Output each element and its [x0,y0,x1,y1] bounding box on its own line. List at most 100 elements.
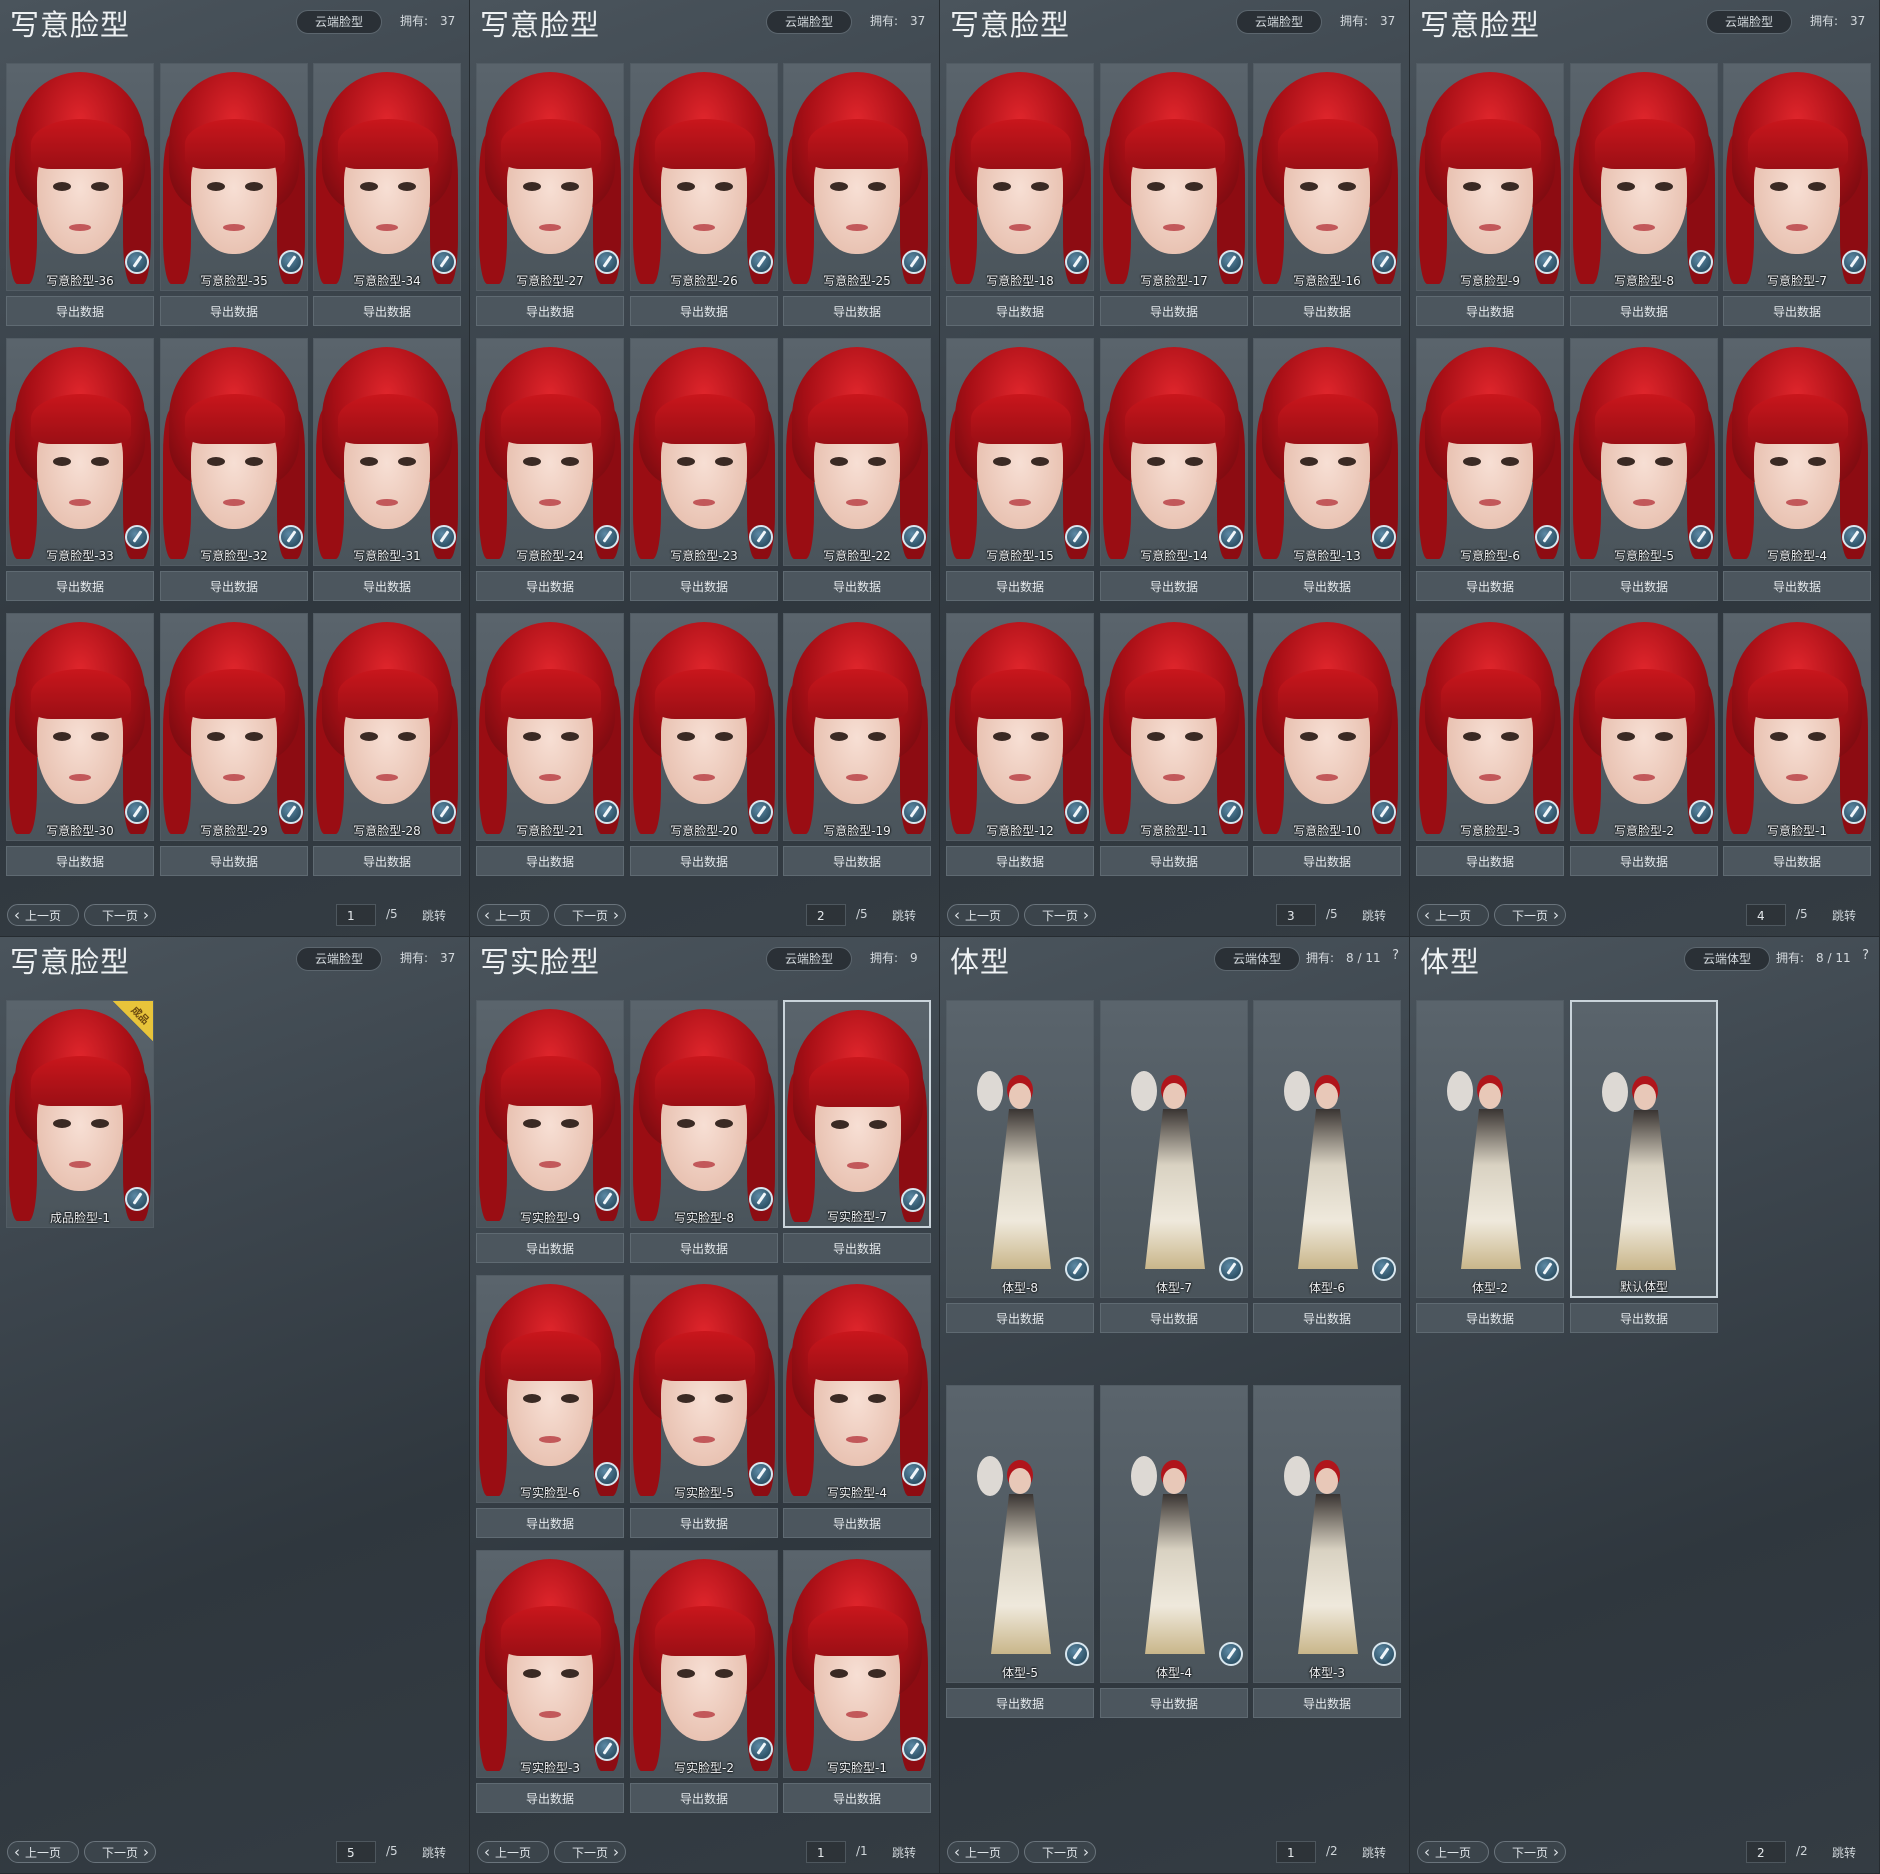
edit-icon[interactable] [902,250,926,274]
prev-page-button[interactable]: 上一页 [7,904,79,926]
cloud-face-button[interactable]: 云端脸型 [766,947,852,971]
edit-icon[interactable] [902,1462,926,1486]
edit-icon[interactable] [749,1737,773,1761]
face-card[interactable]: 写实脸型-1 [783,1550,931,1778]
export-data-button[interactable]: 导出数据 [946,846,1094,876]
face-card[interactable]: 写意脸型-7 [1723,63,1871,291]
export-data-button[interactable]: 导出数据 [1570,1303,1718,1333]
edit-icon[interactable] [1219,1257,1243,1281]
body-card[interactable]: 体型-5 [946,1385,1094,1683]
body-card[interactable]: 体型-2 [1416,1000,1564,1298]
edit-icon[interactable] [749,1187,773,1211]
face-card[interactable]: 写实脸型-4 [783,1275,931,1503]
edit-icon[interactable] [595,250,619,274]
jump-button[interactable]: 跳转 [892,907,916,924]
edit-icon[interactable] [595,525,619,549]
edit-icon[interactable] [125,800,149,824]
edit-icon[interactable] [749,525,773,549]
cloud-face-button[interactable]: 云端脸型 [296,947,382,971]
edit-icon[interactable] [1065,525,1089,549]
face-card[interactable]: 写意脸型-10 [1253,613,1401,841]
face-card[interactable]: 写意脸型-23 [630,338,778,566]
face-card[interactable]: 写意脸型-35 [160,63,308,291]
export-data-button[interactable]: 导出数据 [1416,571,1564,601]
jump-button[interactable]: 跳转 [892,1844,916,1861]
export-data-button[interactable]: 导出数据 [1723,571,1871,601]
export-data-button[interactable]: 导出数据 [160,296,308,326]
export-data-button[interactable]: 导出数据 [630,1783,778,1813]
cloud-body-button[interactable]: 云端体型 [1214,947,1300,971]
export-data-button[interactable]: 导出数据 [946,1303,1094,1333]
edit-icon[interactable] [595,1187,619,1211]
export-data-button[interactable]: 导出数据 [630,1508,778,1538]
export-data-button[interactable]: 导出数据 [1570,571,1718,601]
body-card[interactable]: 体型-4 [1100,1385,1248,1683]
edit-icon[interactable] [432,800,456,824]
export-data-button[interactable]: 导出数据 [946,296,1094,326]
face-card[interactable]: 写意脸型-20 [630,613,778,841]
face-card[interactable]: 写意脸型-8 [1570,63,1718,291]
export-data-button[interactable]: 导出数据 [6,571,154,601]
edit-icon[interactable] [1372,250,1396,274]
face-card-selected[interactable]: 写实脸型-7 [783,1000,931,1228]
body-card[interactable]: 体型-6 [1253,1000,1401,1298]
face-card[interactable]: 写实脸型-9 [476,1000,624,1228]
face-card[interactable]: 写意脸型-27 [476,63,624,291]
export-data-button[interactable]: 导出数据 [1100,1303,1248,1333]
export-data-button[interactable]: 导出数据 [160,571,308,601]
face-card[interactable]: 写意脸型-16 [1253,63,1401,291]
export-data-button[interactable]: 导出数据 [1100,1688,1248,1718]
next-page-button[interactable]: 下一页 [554,904,626,926]
cloud-body-button[interactable]: 云端体型 [1684,947,1770,971]
edit-icon[interactable] [1219,250,1243,274]
cloud-face-button[interactable]: 云端脸型 [296,10,382,34]
edit-icon[interactable] [1219,525,1243,549]
edit-icon[interactable] [1535,525,1559,549]
edit-icon[interactable] [902,525,926,549]
export-data-button[interactable]: 导出数据 [1416,846,1564,876]
next-page-button[interactable]: 下一页 [84,1841,156,1863]
face-card[interactable]: 写意脸型-34 [313,63,461,291]
next-page-button[interactable]: 下一页 [1494,904,1566,926]
edit-icon[interactable] [279,250,303,274]
jump-button[interactable]: 跳转 [1832,1844,1856,1861]
export-data-button[interactable]: 导出数据 [1100,296,1248,326]
prev-page-button[interactable]: 上一页 [1417,1841,1489,1863]
cloud-face-button[interactable]: 云端脸型 [766,10,852,34]
face-card[interactable]: 写意脸型-6 [1416,338,1564,566]
edit-icon[interactable] [279,800,303,824]
next-page-button[interactable]: 下一页 [1024,1841,1096,1863]
face-card[interactable]: 写实脸型-8 [630,1000,778,1228]
face-card[interactable]: 写意脸型-36 [6,63,154,291]
edit-icon[interactable] [432,250,456,274]
face-card[interactable]: 写意脸型-5 [1570,338,1718,566]
body-card-selected[interactable]: 默认体型 [1570,1000,1718,1298]
export-data-button[interactable]: 导出数据 [1100,846,1248,876]
jump-button[interactable]: 跳转 [422,1844,446,1861]
edit-icon[interactable] [1065,250,1089,274]
export-data-button[interactable]: 导出数据 [783,296,931,326]
jump-button[interactable]: 跳转 [422,907,446,924]
face-card[interactable]: 写实脸型-3 [476,1550,624,1778]
face-card[interactable]: 写意脸型-31 [313,338,461,566]
export-data-button[interactable]: 导出数据 [783,1783,931,1813]
face-card[interactable]: 写意脸型-4 [1723,338,1871,566]
export-data-button[interactable]: 导出数据 [476,296,624,326]
export-data-button[interactable]: 导出数据 [783,571,931,601]
face-card[interactable]: 写意脸型-19 [783,613,931,841]
export-data-button[interactable]: 导出数据 [1253,846,1401,876]
next-page-button[interactable]: 下一页 [84,904,156,926]
prev-page-button[interactable]: 上一页 [947,904,1019,926]
page-number-input[interactable]: 2 [806,904,846,926]
edit-icon[interactable] [749,1462,773,1486]
export-data-button[interactable]: 导出数据 [1570,296,1718,326]
export-data-button[interactable]: 导出数据 [160,846,308,876]
edit-icon[interactable] [125,1187,149,1211]
prev-page-button[interactable]: 上一页 [1417,904,1489,926]
edit-icon[interactable] [749,250,773,274]
export-data-button[interactable]: 导出数据 [476,571,624,601]
cloud-face-button[interactable]: 云端脸型 [1236,10,1322,34]
edit-icon[interactable] [1535,800,1559,824]
export-data-button[interactable]: 导出数据 [783,1508,931,1538]
jump-button[interactable]: 跳转 [1362,907,1386,924]
